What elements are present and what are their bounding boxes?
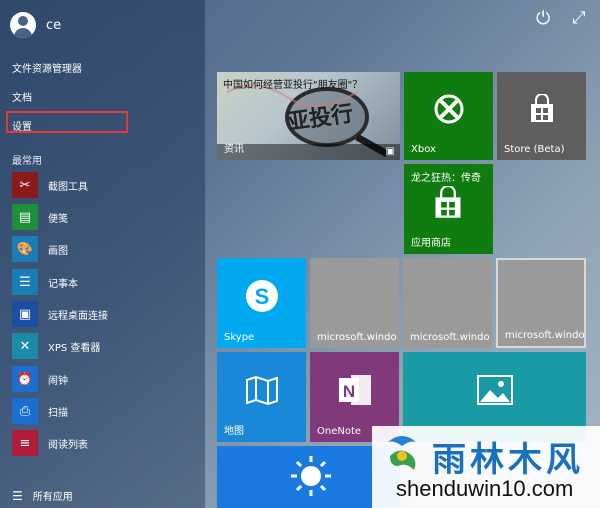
scanner-icon: ⎙ (12, 398, 38, 424)
app-notepad[interactable]: ☰ 记事本 (12, 268, 78, 296)
app-paint[interactable]: 🎨 画图 (12, 235, 68, 263)
user-name: ce (46, 17, 62, 33)
news-icon: ▣ (385, 146, 395, 157)
sun-icon (291, 456, 331, 496)
remote-desktop-icon: ▣ (12, 301, 38, 327)
paint-icon: 🎨 (12, 236, 38, 262)
app-label: 截图工具 (48, 181, 88, 193)
svg-text:S: S (254, 284, 269, 309)
notepad-icon: ☰ (12, 269, 38, 295)
avatar (10, 12, 36, 38)
store-label: 应用商店 (411, 238, 451, 249)
skype-label: Skype (224, 332, 255, 343)
settings-link[interactable]: 设置 (12, 118, 32, 133)
file-explorer-link[interactable]: 文件资源管理器 (12, 60, 82, 75)
scissors-icon: ✂ (12, 172, 38, 198)
tile-label: microsoft.windo (410, 332, 490, 343)
watermark-brand: 雨林木风 (432, 440, 584, 480)
app-label: 便笺 (48, 213, 68, 225)
app-label: 闹钟 (48, 375, 68, 387)
all-apps-button[interactable]: ☰ 所有应用 (12, 488, 73, 504)
tile-label: microsoft.windo (505, 330, 585, 341)
user-account[interactable]: ce (10, 12, 61, 38)
photo-icon (476, 374, 513, 405)
maps-label: 地图 (224, 426, 244, 437)
microsoft-app-tile[interactable]: microsoft.windo (496, 258, 586, 348)
news-label: 资讯 (224, 144, 244, 155)
expand-icon[interactable]: ⤢ (572, 8, 586, 28)
app-label: 远程桌面连接 (48, 310, 108, 322)
store-promo: 龙之狂热：传奇 (411, 173, 481, 184)
svg-text:N: N (342, 382, 354, 401)
skype-tile[interactable]: S Skype (217, 258, 306, 348)
news-caption-bar (217, 144, 400, 160)
sticky-note-icon: ▤ (12, 204, 38, 230)
documents-link[interactable]: 文档 (12, 89, 32, 104)
store-beta-tile[interactable]: Store (Beta) (497, 72, 586, 160)
maps-tile[interactable]: 地图 (217, 352, 306, 442)
watermark: 雨林木风 shenduwin10.com (372, 426, 600, 508)
app-label: XPS 查看器 (48, 342, 101, 354)
onenote-icon: N (338, 374, 371, 405)
all-apps-label: 所有应用 (32, 492, 73, 503)
store-beta-label: Store (Beta) (504, 144, 565, 155)
xbox-label: Xbox (411, 144, 436, 155)
list-icon: ☰ (12, 488, 23, 503)
news-headline: 中国如何经营亚投行"朋友圈"？ (223, 80, 363, 91)
app-alarms[interactable]: ⏰ 闹钟 (12, 365, 68, 393)
xps-icon: ✕ (12, 333, 38, 359)
onenote-label: OneNote (317, 426, 362, 437)
microsoft-app-tile[interactable]: microsoft.windo (310, 258, 399, 348)
alarm-icon: ⏰ (12, 366, 38, 392)
app-label: 画图 (48, 245, 68, 257)
store-bag-icon (530, 93, 553, 122)
xbox-tile[interactable]: Xbox (404, 72, 493, 160)
app-label: 扫描 (48, 407, 68, 419)
app-scan[interactable]: ⎙ 扫描 (12, 397, 68, 425)
watermark-url: shenduwin10.com (396, 476, 574, 501)
app-remote-desktop[interactable]: ▣ 远程桌面连接 (12, 300, 108, 328)
reading-list-icon: ≡ (12, 430, 38, 456)
most-used-heading: 最常用 (12, 156, 42, 167)
app-reading-list[interactable]: ≡ 阅读列表 (12, 429, 88, 457)
app-sticky-notes[interactable]: ▤ 便笺 (12, 203, 68, 231)
power-icon[interactable]: ⏻ (536, 8, 550, 29)
watermark-logo (388, 436, 416, 470)
xbox-icon (434, 94, 463, 124)
map-icon (245, 375, 278, 405)
app-label: 阅读列表 (48, 439, 88, 451)
microsoft-app-tile[interactable]: microsoft.windo (403, 258, 492, 348)
store-tile[interactable]: 龙之狂热：传奇 应用商店 (404, 164, 493, 254)
store-bag-icon (435, 186, 461, 218)
news-tile[interactable]: 中国如何经营亚投行"朋友圈"？ 亚投行 资讯 ▣ (217, 72, 400, 160)
app-snipping-tool[interactable]: ✂ 截图工具 (12, 171, 88, 199)
app-xps-viewer[interactable]: ✕ XPS 查看器 (12, 332, 100, 360)
app-label: 记事本 (48, 278, 78, 290)
start-menu-left-pane: ce 文件资源管理器 文档 设置 最常用 ✂ 截图工具 ▤ 便笺 🎨 画图 ☰ … (0, 0, 205, 508)
skype-icon: S (245, 279, 278, 312)
tile-label: microsoft.windo (317, 332, 397, 343)
